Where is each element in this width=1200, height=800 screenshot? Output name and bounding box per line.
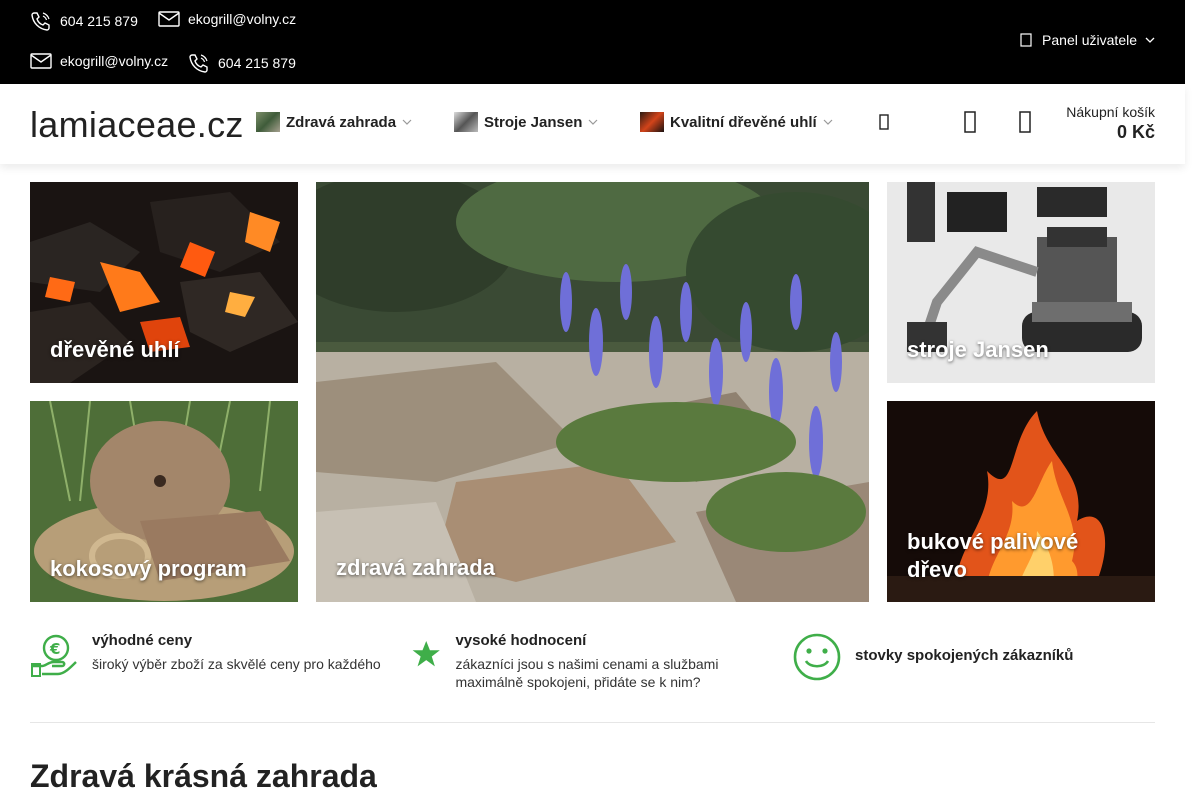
benefit-title: výhodné ceny	[92, 632, 193, 649]
benefit-good-prices: € výhodné ceny široký výběr zboží za skv…	[30, 632, 381, 678]
category-tile-healthy-garden[interactable]: zdravá zahrada	[316, 182, 869, 602]
mail-icon	[30, 53, 52, 69]
user-panel-label: Panel uživatele	[1042, 32, 1137, 48]
email-link-1[interactable]: ekogrill@volny.cz	[158, 11, 296, 27]
charcoal-thumbnail	[640, 112, 664, 132]
user-icon	[1020, 33, 1032, 47]
chevron-down-icon	[588, 119, 598, 125]
top-contact-bar: 604 215 879 ekogrill@volny.cz ekogrill@v…	[0, 0, 1185, 84]
user-panel-dropdown[interactable]: Panel uživatele	[1020, 32, 1155, 48]
phone-icon	[189, 54, 208, 73]
nav-item-label: Stroje Jansen	[484, 113, 583, 131]
main-header: lamiaceae.cz Zdravá zahrada Stroje Janse…	[0, 84, 1185, 164]
category-tile-jansen-machines[interactable]: stroje Jansen	[887, 182, 1155, 383]
tile-label: kokosový program	[50, 556, 247, 581]
benefit-description: zákazníci jsou s našimi cenami a službam…	[455, 656, 719, 690]
more-menu-icon[interactable]	[879, 114, 889, 130]
phone-number: 604 215 879	[218, 55, 296, 71]
nav-item-charcoal[interactable]: Kvalitní dřevěné uhlí	[640, 112, 833, 132]
phone-icon	[31, 12, 50, 31]
nav-item-label: Zdravá zahrada	[286, 113, 397, 131]
tile-label: bukové palivové dřevo	[907, 529, 1079, 582]
phone-link-2[interactable]: 604 215 879	[188, 53, 296, 73]
cart-icon[interactable]	[1019, 111, 1031, 133]
email-address: ekogrill@volny.cz	[60, 53, 169, 69]
section-title: Zdravá krásná zahrada	[30, 758, 377, 794]
tile-label: zdravá zahrada	[336, 555, 495, 580]
category-tile-charcoal[interactable]: dřevěné uhlí	[30, 182, 298, 383]
phone-link-1[interactable]: 604 215 879	[30, 11, 138, 31]
site-logo[interactable]: lamiaceae.cz	[30, 104, 244, 146]
mail-icon	[158, 11, 180, 27]
benefit-title: vysoké hodnocení	[455, 632, 587, 649]
benefit-description: široký výběr zboží za skvělé ceny pro ka…	[92, 656, 381, 672]
cart-label: Nákupní košík	[1066, 104, 1155, 120]
category-tile-coconut[interactable]: kokosový program	[30, 401, 298, 602]
smiley-icon	[793, 633, 841, 681]
phone-number: 604 215 879	[60, 13, 138, 29]
nav-item-jansen-machines[interactable]: Stroje Jansen	[454, 112, 598, 132]
machine-thumbnail	[454, 112, 478, 132]
tile-label: dřevěné uhlí	[50, 337, 180, 362]
star-icon	[412, 641, 440, 667]
svg-text:€: €	[49, 640, 60, 658]
email-link-2[interactable]: ekogrill@volny.cz	[30, 53, 168, 69]
nav-item-label: Kvalitní dřevěné uhlí	[670, 113, 817, 131]
chevron-down-icon	[823, 119, 833, 125]
category-tile-firewood[interactable]: bukové palivové dřevo	[887, 401, 1155, 602]
garden-thumbnail	[256, 112, 280, 132]
section-divider	[30, 722, 1155, 723]
email-address: ekogrill@volny.cz	[188, 11, 297, 27]
nav-item-healthy-garden[interactable]: Zdravá zahrada	[256, 112, 412, 132]
benefit-high-rating: vysoké hodnocení zákazníci jsou s našimi…	[412, 632, 772, 691]
tile-label: stroje Jansen	[907, 337, 1049, 362]
search-icon[interactable]	[964, 111, 976, 133]
cart-total: 0 Kč	[1116, 122, 1155, 142]
benefit-happy-customers: stovky spokojených zákazníků	[792, 632, 1073, 682]
cart-summary[interactable]: Nákupní košík 0 Kč	[1066, 104, 1155, 143]
money-hand-icon: €	[31, 634, 77, 677]
garden-image	[316, 182, 869, 602]
benefit-title: stovky spokojených zákazníků	[855, 647, 1074, 664]
chevron-down-icon	[1145, 37, 1155, 43]
chevron-down-icon	[402, 119, 412, 125]
